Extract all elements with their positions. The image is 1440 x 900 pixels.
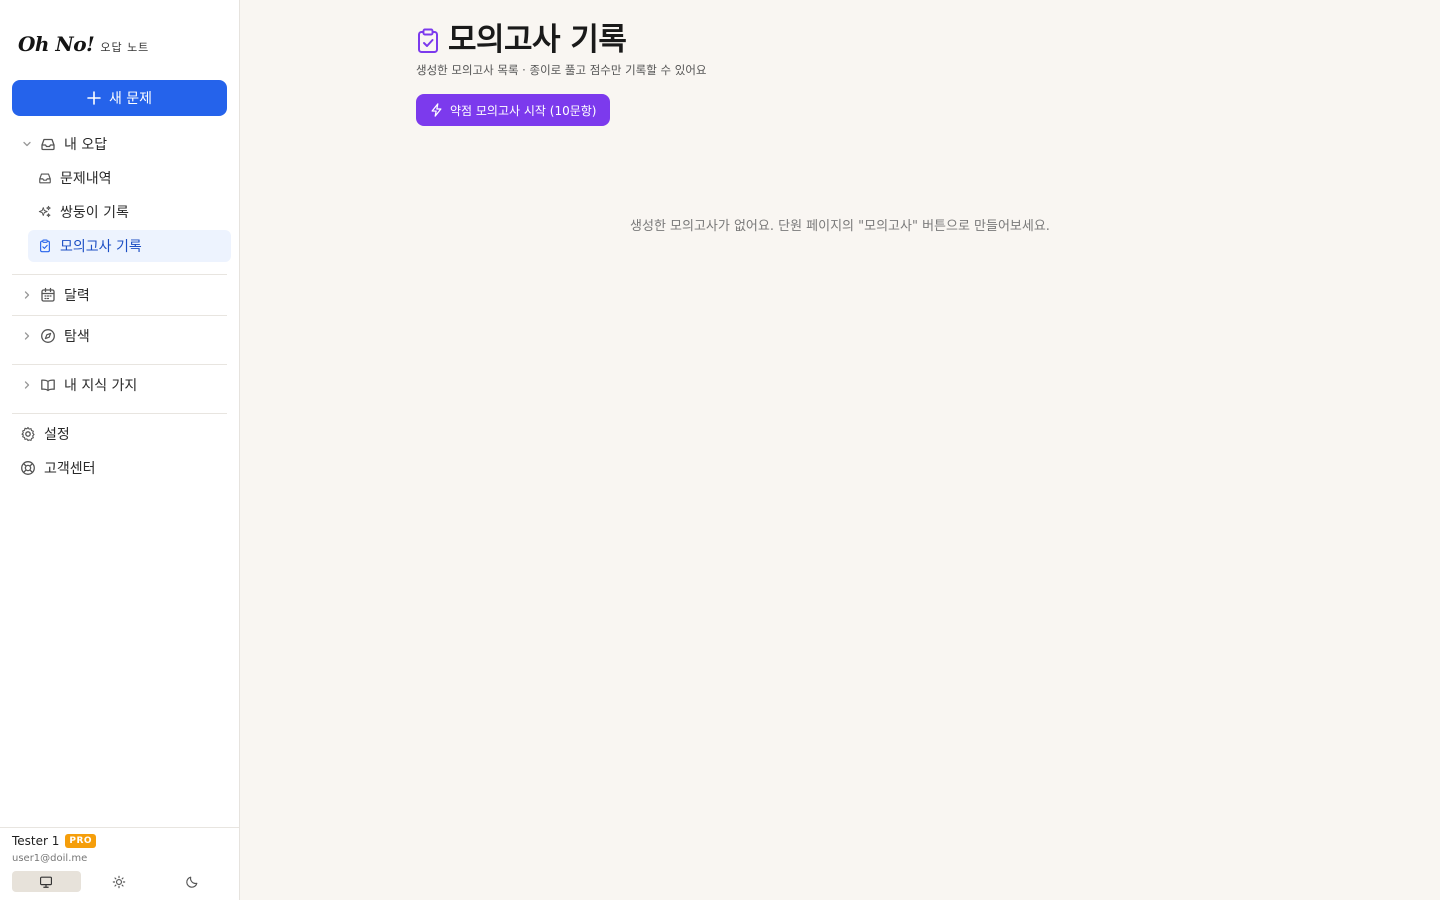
divider [12, 274, 227, 275]
sidebar-item-twins[interactable]: 쌍둥이 기록 [28, 196, 231, 228]
chevron-right-icon [22, 331, 32, 341]
nav-section-calendar[interactable]: 달력 [22, 279, 90, 311]
sidebar-item-label: 문제내역 [60, 171, 112, 187]
compass-icon [40, 328, 56, 344]
inbox-icon [38, 171, 52, 185]
chevron-down-icon [22, 139, 32, 149]
book-open-icon [40, 377, 56, 393]
new-problem-label: 새 문제 [108, 91, 153, 107]
divider [12, 413, 227, 414]
lifebuoy-icon [20, 460, 36, 476]
divider [12, 315, 227, 316]
nav-label: 고객센터 [44, 461, 96, 477]
nav-label: 설정 [44, 427, 70, 443]
nav-section-my-wrong[interactable]: 내 오답 [22, 128, 107, 160]
user-panel: Tester 1 PRO user1@doil.me [0, 827, 239, 900]
sidebar-item-settings[interactable]: 설정 [20, 418, 70, 450]
theme-switcher [12, 871, 230, 892]
new-problem-button[interactable]: 새 문제 [12, 80, 227, 116]
chevron-right-icon [22, 290, 32, 300]
page-title: 모의고사 기록 [448, 22, 627, 58]
nav-section-knowledge[interactable]: 내 지식 가지 [22, 369, 137, 401]
plus-icon [87, 91, 109, 105]
clipboard-check-icon [38, 239, 52, 253]
sun-icon [112, 875, 126, 889]
chevron-right-icon [22, 380, 32, 390]
theme-light-button[interactable] [85, 871, 154, 892]
sidebar-item-mock-exam[interactable]: 모의고사 기록 [28, 230, 231, 262]
user-name-row: Tester 1 PRO [12, 834, 97, 848]
empty-state-message: 생성한 모의고사가 없어요. 단원 페이지의 "모의고사" 버튼으로 만들어보세… [630, 219, 1050, 234]
monitor-icon [39, 875, 53, 889]
main-content: 모의고사 기록 생성한 모의고사 목록 · 종이로 풀고 점수만 기록할 수 있… [240, 0, 1440, 900]
inbox-icon [40, 136, 56, 152]
sidebar: Oh No! 오답 노트 새 문제 내 오답 문제내역 쌍둥이 기록 모의고사 … [0, 0, 240, 900]
nav-label: 내 지식 가지 [64, 378, 138, 394]
theme-dark-button[interactable] [157, 871, 226, 892]
sidebar-item-label: 쌍둥이 기록 [60, 205, 129, 221]
logo-subtitle: 오답 노트 [100, 41, 150, 54]
user-email: user1@doil.me [12, 853, 88, 864]
page-header: 모의고사 기록 [416, 14, 627, 59]
sidebar-item-history[interactable]: 문제내역 [28, 162, 231, 194]
sparkles-icon [38, 205, 52, 219]
logo[interactable]: Oh No! 오답 노트 [18, 32, 149, 56]
moon-icon [185, 875, 199, 889]
user-name: Tester 1 [12, 834, 60, 848]
nav-section-explore[interactable]: 탐색 [22, 320, 90, 352]
pro-badge: PRO [65, 834, 97, 848]
logo-title: Oh No! [18, 32, 95, 56]
page-subtitle: 생성한 모의고사 목록 · 종이로 풀고 점수만 기록할 수 있어요 [416, 63, 707, 77]
nav-label: 달력 [64, 288, 90, 304]
theme-system-button[interactable] [12, 871, 81, 892]
nav-label: 탐색 [64, 329, 90, 345]
start-weakness-exam-button[interactable]: 약점 모의고사 시작 (10문항) [416, 94, 611, 126]
start-button-label: 약점 모의고사 시작 (10문항) [450, 103, 597, 118]
clipboard-check-icon [416, 28, 440, 54]
sidebar-item-label: 모의고사 기록 [60, 239, 142, 255]
lightning-icon [430, 103, 450, 117]
divider [12, 364, 227, 365]
calendar-icon [40, 287, 56, 303]
nav-label: 내 오답 [64, 137, 108, 153]
sidebar-item-support[interactable]: 고객센터 [20, 452, 96, 484]
gear-icon [20, 426, 36, 442]
